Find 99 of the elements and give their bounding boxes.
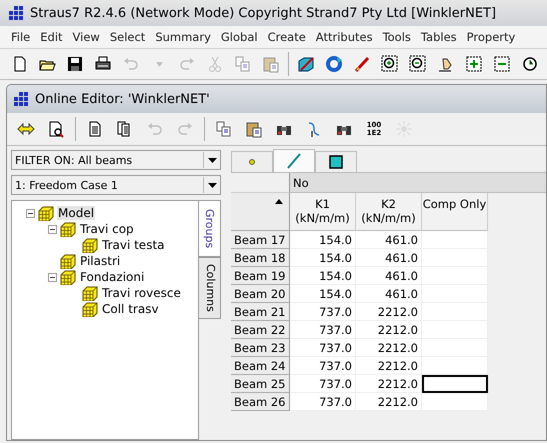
- double-arrow-icon: [17, 120, 35, 138]
- table-cell: 737.0: [290, 321, 356, 339]
- clock-icon: [521, 55, 539, 73]
- menu-item[interactable]: Tools: [378, 30, 416, 44]
- save-icon: [66, 55, 84, 73]
- cube-icon: [82, 286, 98, 300]
- cube-icon: [60, 270, 76, 284]
- tree-item[interactable]: Model: [57, 206, 96, 220]
- column-header[interactable]: K2 (kN/m/m): [356, 193, 422, 231]
- tree-item[interactable]: Travi cop: [79, 222, 135, 236]
- freedom-case-dropdown[interactable]: 1: Freedom Case 1: [11, 175, 221, 195]
- row-header[interactable]: Beam 18: [231, 249, 290, 267]
- menu-item[interactable]: Property: [462, 30, 520, 44]
- menu-item[interactable]: File: [6, 30, 36, 44]
- tree-item[interactable]: Fondazioni: [79, 270, 146, 284]
- redo-icon: [176, 120, 194, 138]
- menu-item[interactable]: Create: [262, 30, 311, 44]
- menu-item[interactable]: Select: [104, 30, 150, 44]
- table-cell: 737.0: [290, 303, 356, 321]
- tree-item[interactable]: Coll trasv: [101, 302, 160, 316]
- table-cell: 2212.0: [356, 393, 422, 411]
- cut-icon: [206, 55, 224, 73]
- cube-icon: [60, 254, 76, 268]
- row-header[interactable]: Beam 21: [231, 303, 290, 321]
- menu-item[interactable]: View: [68, 30, 105, 44]
- minus-icon: [493, 55, 511, 73]
- menu-item[interactable]: Tables: [416, 30, 462, 44]
- menu-item[interactable]: Summary: [150, 30, 216, 44]
- undo-icon: [146, 120, 164, 138]
- table-cell: 154.0: [290, 231, 356, 249]
- caret-icon: [208, 182, 216, 188]
- table-cell: 154.0: [290, 285, 356, 303]
- zoom-in-icon: [381, 55, 399, 73]
- entity-tab[interactable]: [315, 151, 357, 172]
- cube-icon: [38, 206, 54, 220]
- paste-icon: [245, 120, 263, 138]
- column-header[interactable]: Comp Only: [422, 193, 488, 231]
- menu-item[interactable]: Edit: [35, 30, 68, 44]
- side-tab[interactable]: Columns: [199, 257, 221, 320]
- table-cell: 2212.0: [356, 321, 422, 339]
- side-tab[interactable]: Groups: [199, 200, 221, 258]
- pencil-icon: [353, 55, 371, 73]
- row-header[interactable]: Beam 22: [231, 321, 290, 339]
- plate-icon: [328, 154, 344, 170]
- table-cell: 737.0: [290, 375, 356, 393]
- editor-title: Online Editor: 'WinklerNET': [35, 92, 210, 106]
- column-header[interactable]: K1 (kN/m/m): [290, 193, 356, 231]
- caret-icon: [156, 62, 162, 66]
- menu-item[interactable]: Global: [216, 30, 263, 44]
- table-cell: 737.0: [290, 339, 356, 357]
- table-cell: 737.0: [290, 393, 356, 411]
- window-title: Straus7 R2.4.6 (Network Mode) Copyright Strand7 Pty Ltd [WinklerNET]: [30, 6, 496, 20]
- table-cell: 2212.0: [356, 339, 422, 357]
- table-cell: 461.0: [356, 231, 422, 249]
- sort-arrow-icon: [275, 199, 283, 204]
- row-header[interactable]: Beam 26: [231, 393, 290, 411]
- table-cell: 461.0: [356, 285, 422, 303]
- copy-icon: [215, 120, 233, 138]
- table-cell: 461.0: [356, 249, 422, 267]
- copy-icon: [234, 55, 252, 73]
- tree-item[interactable]: Travi rovesce: [101, 286, 182, 300]
- cube-icon: [82, 238, 98, 252]
- table-cell: 737.0: [290, 357, 356, 375]
- table-cell: 154.0: [290, 267, 356, 285]
- group-header: No: [290, 173, 546, 193]
- refresh-icon: [325, 55, 343, 73]
- refresh-button[interactable]: [323, 53, 345, 75]
- row-header[interactable]: Beam 17: [231, 231, 290, 249]
- beam-icon: [286, 153, 302, 169]
- undo-icon: [122, 55, 140, 73]
- app-logo-icon: [13, 91, 29, 107]
- collapse-icon[interactable]: [26, 208, 35, 218]
- row-header[interactable]: Beam 24: [231, 357, 290, 375]
- table-cell: 154.0: [290, 249, 356, 267]
- paste-icon: [262, 55, 280, 73]
- cube-pencil-icon: [297, 55, 315, 73]
- app-logo-icon: [8, 5, 24, 21]
- collapse-icon[interactable]: [48, 224, 57, 234]
- cube-icon: [60, 222, 76, 236]
- preview-icon: [47, 120, 65, 138]
- caret-icon: [208, 158, 216, 162]
- row-header[interactable]: Beam 19: [231, 267, 290, 285]
- redo-icon: [178, 55, 196, 73]
- table-cell: 2212.0: [356, 303, 422, 321]
- plus-icon: [465, 55, 483, 73]
- row-header[interactable]: Beam 23: [231, 339, 290, 357]
- table-cell[interactable]: [422, 375, 488, 393]
- table-cell: 2212.0: [356, 375, 422, 393]
- menu-item[interactable]: Attributes: [310, 30, 378, 44]
- table-cell: 461.0: [356, 267, 422, 285]
- tree-item[interactable]: Pilastri: [79, 254, 122, 268]
- tree-item[interactable]: Travi testa: [101, 238, 166, 252]
- collapse-icon[interactable]: [48, 272, 57, 282]
- row-header[interactable]: Beam 20: [231, 285, 290, 303]
- filter-dropdown[interactable]: FILTER ON: All beams: [11, 150, 221, 170]
- zoom-out-icon: [409, 55, 427, 73]
- table-cell: 2212.0: [356, 357, 422, 375]
- cube-icon: [82, 302, 98, 316]
- row-header[interactable]: Beam 25: [231, 375, 290, 393]
